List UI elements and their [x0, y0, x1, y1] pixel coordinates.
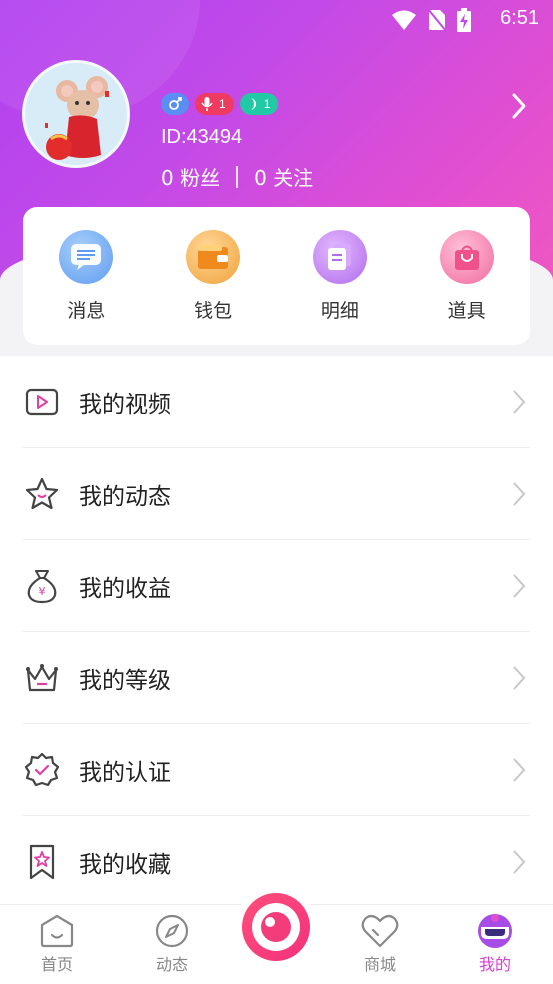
- details-icon: [312, 229, 367, 284]
- bookmark-star-icon: [23, 843, 61, 881]
- quick-action-details[interactable]: 明细: [290, 229, 390, 323]
- vip-level-badge: 1: [239, 93, 279, 115]
- profile-menu-list: 我的视频 我的动态 ¥ 我的收益 我的等级 我的认证 我的收藏: [0, 356, 553, 904]
- tab-mall[interactable]: 商城: [340, 913, 420, 975]
- video-icon: [23, 383, 61, 421]
- mine-icon: [478, 914, 512, 948]
- chevron-right-icon: [513, 482, 526, 506]
- stats-divider: [236, 165, 239, 188]
- following-label: 关注: [273, 166, 314, 190]
- props-bag-icon: [439, 229, 494, 284]
- status-bar: 6:51: [0, 0, 553, 40]
- chevron-right-icon: [513, 390, 526, 414]
- menu-item-my-moments[interactable]: 我的动态: [23, 448, 530, 540]
- quick-action-label: 钱包: [194, 299, 233, 322]
- money-bag-icon: ¥: [23, 567, 61, 605]
- fans-label: 粉丝: [180, 166, 221, 190]
- menu-item-label: 我的认证: [79, 759, 171, 786]
- tab-moments[interactable]: 动态: [132, 913, 212, 975]
- wallet-icon: [186, 229, 241, 284]
- quick-action-messages[interactable]: 消息: [36, 229, 136, 323]
- menu-item-my-certification[interactable]: 我的认证: [23, 724, 530, 816]
- message-icon: [59, 229, 114, 284]
- crown-icon: [23, 659, 61, 697]
- quick-action-label: 道具: [447, 299, 486, 322]
- svg-text:¥: ¥: [39, 585, 46, 598]
- live-camera-button[interactable]: [237, 888, 315, 966]
- tab-label: 商城: [363, 955, 396, 974]
- vip-level-value: 1: [263, 97, 271, 111]
- avatar[interactable]: [22, 60, 130, 168]
- home-icon: [40, 914, 74, 948]
- chevron-right-icon: [513, 758, 526, 782]
- chevron-right-icon: [513, 850, 526, 874]
- following-stat[interactable]: 0 关注: [254, 162, 313, 191]
- quick-action-label: 明细: [320, 299, 359, 322]
- no-sim-icon: [427, 8, 447, 32]
- wifi-icon: [392, 10, 416, 30]
- menu-item-label: 我的收藏: [79, 852, 171, 878]
- tab-mine[interactable]: 我的: [455, 913, 535, 975]
- status-icons: [391, 8, 471, 32]
- male-icon: [169, 97, 182, 110]
- status-time: 6:51: [500, 7, 539, 29]
- tab-label: 首页: [40, 955, 73, 974]
- quick-actions-card: 消息 钱包 明细 道具: [23, 207, 530, 345]
- star-icon: [23, 475, 61, 513]
- microphone-icon: [201, 97, 213, 111]
- tab-home[interactable]: 首页: [17, 913, 97, 975]
- tab-label: 我的: [478, 955, 511, 974]
- gender-badge: [161, 93, 189, 115]
- fans-stat[interactable]: 0 粉丝: [161, 162, 220, 191]
- quick-action-props[interactable]: 道具: [417, 229, 517, 323]
- menu-item-my-level[interactable]: 我的等级: [23, 632, 530, 724]
- user-id: ID:43494: [161, 126, 243, 148]
- menu-item-my-earnings[interactable]: ¥ 我的收益: [23, 540, 530, 632]
- fans-count: 0: [161, 166, 174, 190]
- quick-action-label: 消息: [67, 299, 106, 322]
- user-stats: 0 粉丝 0 关注: [161, 162, 313, 191]
- compass-icon: [155, 914, 189, 948]
- quick-action-wallet[interactable]: 钱包: [163, 229, 263, 323]
- chevron-right-icon: [513, 574, 526, 598]
- menu-item-label: 我的动态: [79, 483, 171, 510]
- battery-charging-icon: [457, 8, 471, 32]
- menu-item-my-videos[interactable]: 我的视频: [23, 356, 530, 448]
- menu-item-label: 我的等级: [79, 667, 171, 694]
- voice-level-badge: 1: [195, 93, 234, 115]
- menu-item-label: 我的收益: [79, 575, 171, 602]
- menu-item-label: 我的视频: [79, 391, 171, 418]
- heart-icon: [361, 914, 399, 948]
- user-badges: 1 1: [161, 93, 279, 115]
- following-count: 0: [254, 166, 267, 190]
- voice-level-value: 1: [219, 97, 226, 111]
- certified-badge-icon: [23, 751, 61, 789]
- camera-lens-icon: [242, 893, 310, 961]
- profile-detail-button[interactable]: [511, 92, 527, 124]
- tab-label: 动态: [155, 955, 188, 974]
- chevron-right-icon: [512, 93, 526, 119]
- chevron-right-icon: [513, 666, 526, 690]
- moon-icon: [249, 98, 256, 110]
